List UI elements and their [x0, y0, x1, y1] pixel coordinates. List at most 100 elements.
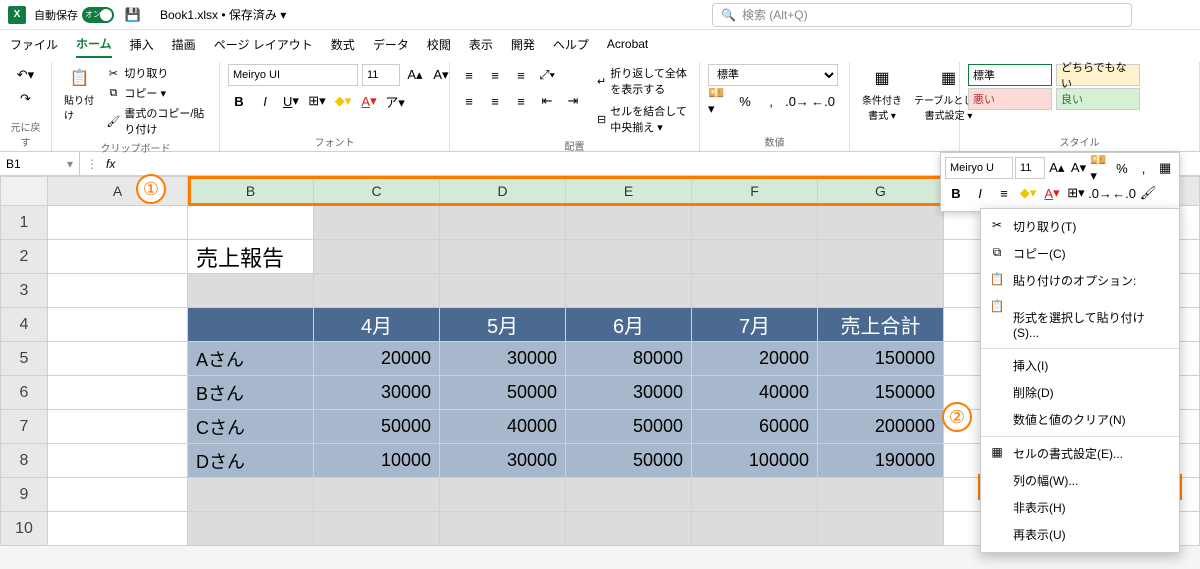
indent-inc-icon[interactable]: ⇥: [562, 90, 584, 112]
align-center-icon[interactable]: ≡: [484, 90, 506, 112]
cell[interactable]: 50000: [566, 444, 692, 478]
cell[interactable]: [48, 206, 188, 240]
autosave[interactable]: 自動保存 オン: [34, 7, 114, 23]
row-5[interactable]: 5: [0, 342, 48, 376]
ctx-format-cells[interactable]: ▦セルの書式設定(E)...: [981, 440, 1179, 467]
cell[interactable]: 7月: [692, 308, 818, 342]
format-painter-button[interactable]: 🖌書式のコピー/貼り付け: [103, 104, 211, 138]
cell[interactable]: 60000: [692, 410, 818, 444]
cell[interactable]: [440, 274, 566, 308]
cell[interactable]: 50000: [440, 376, 566, 410]
orientation-icon[interactable]: ⤢▾: [536, 64, 558, 86]
mini-dec1-icon[interactable]: .0→: [1089, 182, 1111, 204]
ctx-copy[interactable]: ⧉コピー(C): [981, 240, 1179, 267]
row-3[interactable]: 3: [0, 274, 48, 308]
cell[interactable]: Aさん: [188, 342, 314, 376]
cell[interactable]: [440, 478, 566, 512]
cell[interactable]: [692, 478, 818, 512]
cell[interactable]: [566, 512, 692, 546]
ctx-insert[interactable]: 挿入(I): [981, 352, 1179, 379]
cell[interactable]: [48, 240, 188, 274]
copy-button[interactable]: ⧉コピー ▾: [103, 84, 211, 102]
ctx-clear[interactable]: 数値と値のクリア(N): [981, 406, 1179, 433]
mini-table-icon[interactable]: ▦: [1155, 157, 1175, 179]
mini-inc-font-icon[interactable]: A▴: [1047, 157, 1067, 179]
bold-icon[interactable]: B: [228, 90, 250, 112]
align-left-icon[interactable]: ≡: [458, 90, 480, 112]
cell[interactable]: 30000: [440, 342, 566, 376]
ctx-hide[interactable]: 非表示(H): [981, 494, 1179, 521]
cell[interactable]: [314, 240, 440, 274]
align-top-icon[interactable]: ≡: [458, 64, 480, 86]
cell[interactable]: [188, 308, 314, 342]
cell[interactable]: 50000: [314, 410, 440, 444]
conditional-format-button[interactable]: ▦条件付き 書式 ▾: [858, 64, 906, 124]
font-size[interactable]: [362, 64, 400, 86]
cell[interactable]: [314, 274, 440, 308]
tab-review[interactable]: 校閲: [427, 32, 451, 57]
undo-icon[interactable]: ↶▾: [15, 64, 37, 86]
ctx-column-width[interactable]: 列の幅(W)...: [981, 467, 1179, 494]
cell[interactable]: [314, 512, 440, 546]
ctx-delete[interactable]: 削除(D): [981, 379, 1179, 406]
cell[interactable]: 20000: [314, 342, 440, 376]
align-middle-icon[interactable]: ≡: [484, 64, 506, 86]
cell[interactable]: [818, 240, 944, 274]
save-icon[interactable]: 💾: [122, 4, 144, 26]
cell[interactable]: [48, 342, 188, 376]
tab-home[interactable]: ホーム: [76, 31, 112, 58]
cell[interactable]: 6月: [566, 308, 692, 342]
border-icon[interactable]: ⊞▾: [306, 90, 328, 112]
tab-draw[interactable]: 描画: [172, 32, 196, 57]
cell[interactable]: [818, 206, 944, 240]
cell[interactable]: [566, 206, 692, 240]
name-box[interactable]: B1 ▾: [0, 152, 80, 175]
paste-button[interactable]: 📋 貼り付け: [60, 64, 99, 124]
cell[interactable]: 100000: [692, 444, 818, 478]
increase-font-icon[interactable]: A▴: [404, 64, 426, 86]
currency-icon[interactable]: 💴▾: [708, 90, 730, 112]
cell[interactable]: 30000: [566, 376, 692, 410]
cell[interactable]: [48, 478, 188, 512]
cell[interactable]: 40000: [440, 410, 566, 444]
mini-painter-icon[interactable]: 🖌: [1137, 182, 1159, 204]
cell[interactable]: [566, 240, 692, 274]
col-A[interactable]: A: [48, 176, 188, 206]
cell[interactable]: [692, 240, 818, 274]
align-right-icon[interactable]: ≡: [510, 90, 532, 112]
inc-decimal-icon[interactable]: .0→: [786, 90, 808, 112]
cell[interactable]: 190000: [818, 444, 944, 478]
mini-fill-icon[interactable]: ◆▾: [1017, 182, 1039, 204]
ctx-paste-icon-button[interactable]: 📋: [981, 294, 1179, 304]
cell[interactable]: [440, 512, 566, 546]
cell[interactable]: 5月: [440, 308, 566, 342]
cell[interactable]: [692, 206, 818, 240]
row-9[interactable]: 9: [0, 478, 48, 512]
font-color-icon[interactable]: A▾: [358, 90, 380, 112]
font-name[interactable]: [228, 64, 358, 86]
cell[interactable]: [48, 274, 188, 308]
cell[interactable]: [692, 512, 818, 546]
cell[interactable]: 売上合計: [818, 308, 944, 342]
tab-formulas[interactable]: 数式: [331, 32, 355, 57]
cell[interactable]: [566, 478, 692, 512]
autosave-toggle[interactable]: オン: [82, 7, 114, 23]
mini-currency-icon[interactable]: 💴▾: [1090, 157, 1110, 179]
row-2[interactable]: 2: [0, 240, 48, 274]
cell[interactable]: [818, 478, 944, 512]
mini-dec-font-icon[interactable]: A▾: [1069, 157, 1089, 179]
cell[interactable]: [692, 274, 818, 308]
cell[interactable]: [188, 512, 314, 546]
cell[interactable]: [566, 274, 692, 308]
cell[interactable]: [48, 410, 188, 444]
tab-layout[interactable]: ページ レイアウト: [214, 32, 313, 57]
cell[interactable]: 10000: [314, 444, 440, 478]
wrap-text-button[interactable]: ↵折り返して全体を表示する: [594, 64, 691, 98]
mini-font-name[interactable]: [945, 157, 1013, 179]
cell[interactable]: [48, 376, 188, 410]
tab-view[interactable]: 表示: [469, 32, 493, 57]
cell[interactable]: Dさん: [188, 444, 314, 478]
cell[interactable]: 80000: [566, 342, 692, 376]
cell[interactable]: 200000: [818, 410, 944, 444]
fx-icon[interactable]: fx: [106, 157, 115, 171]
